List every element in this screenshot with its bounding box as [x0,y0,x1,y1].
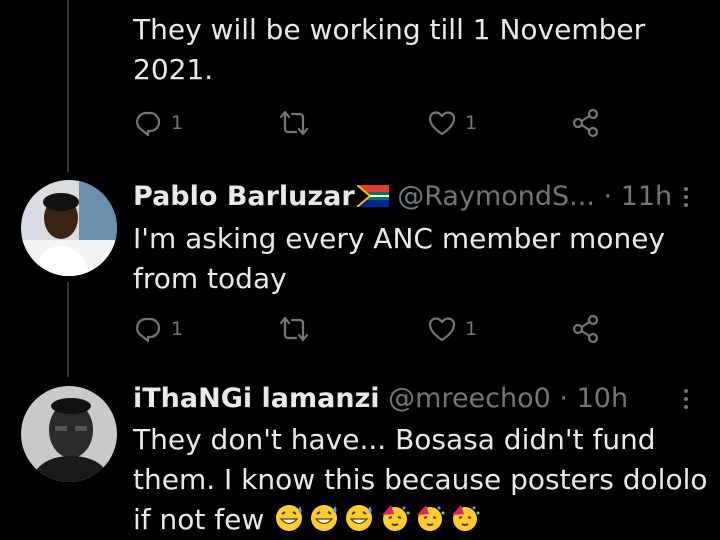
reply-count: 1 [171,318,184,340]
handle[interactable]: @mreecho0 [388,383,551,414]
display-name[interactable]: Pablo Barluzar [133,181,355,212]
tweet-actions: 1 1 [133,314,633,344]
grinning-sweat-emoji-icon [276,505,303,531]
dot-icon [684,195,688,199]
tweet-actions: 1 1 [133,108,633,138]
avatar-photo [21,180,117,276]
dot-icon [684,405,688,409]
party-face-emoji-icon [382,505,410,531]
heart-icon [428,111,456,136]
handle[interactable]: @RaymondS... [397,181,595,212]
reply-button[interactable]: 1 [133,108,183,138]
like-button[interactable]: 1 [427,108,477,138]
avatar-photo [21,386,117,482]
tweet-text: They will be working till 1 November 202… [133,13,646,86]
tweet-header: Pablo Barluzar @RaymondS... · 11h [133,180,672,214]
reply-icon [136,111,161,137]
retweet-icon [279,110,309,136]
party-face-emoji-icon [417,505,445,531]
emoji-row [273,503,483,536]
dot-icon [684,203,688,207]
tweet-3[interactable]: iThaNGi lamanzi @mreecho0 · 10h They don… [0,378,720,538]
dot-icon [684,389,688,393]
like-count: 1 [465,318,478,340]
tweet-1[interactable]: They will be working till 1 November 202… [0,0,720,170]
retweet-button[interactable] [279,108,317,138]
separator-dot: · [603,181,613,212]
party-face-emoji-icon [452,505,480,531]
more-options-button[interactable] [676,382,696,416]
south-africa-flag-icon [356,185,389,207]
tweet-header: iThaNGi lamanzi @mreecho0 · 10h [133,382,628,416]
retweet-button[interactable] [279,314,317,344]
retweet-icon [279,316,309,342]
heart-icon [428,317,456,342]
reply-button[interactable]: 1 [133,314,183,344]
reply-icon [136,317,161,343]
display-name[interactable]: iThaNGi lamanzi [133,383,380,414]
share-button[interactable] [571,314,601,344]
tweet-text: I'm asking every ANC member money from t… [133,222,665,295]
timestamp[interactable]: 10h [577,383,628,414]
timestamp[interactable]: 11h [621,181,672,212]
like-count: 1 [465,112,478,134]
share-button[interactable] [571,108,601,138]
separator-dot: · [559,383,569,414]
grinning-sweat-emoji-icon [346,505,373,531]
share-icon [572,314,599,344]
tweet-2[interactable]: Pablo Barluzar @RaymondS... · 11h I'm as… [0,176,720,376]
reply-count: 1 [171,112,184,134]
grinning-sweat-emoji-icon [311,505,338,531]
avatar[interactable] [21,180,117,276]
tweet-text-block: They don't have... Bosasa didn't fund th… [133,420,708,540]
like-button[interactable]: 1 [427,314,477,344]
more-options-button[interactable] [676,180,696,214]
share-icon [572,108,599,138]
dot-icon [684,187,688,191]
dot-icon [684,397,688,401]
avatar[interactable] [21,386,117,482]
